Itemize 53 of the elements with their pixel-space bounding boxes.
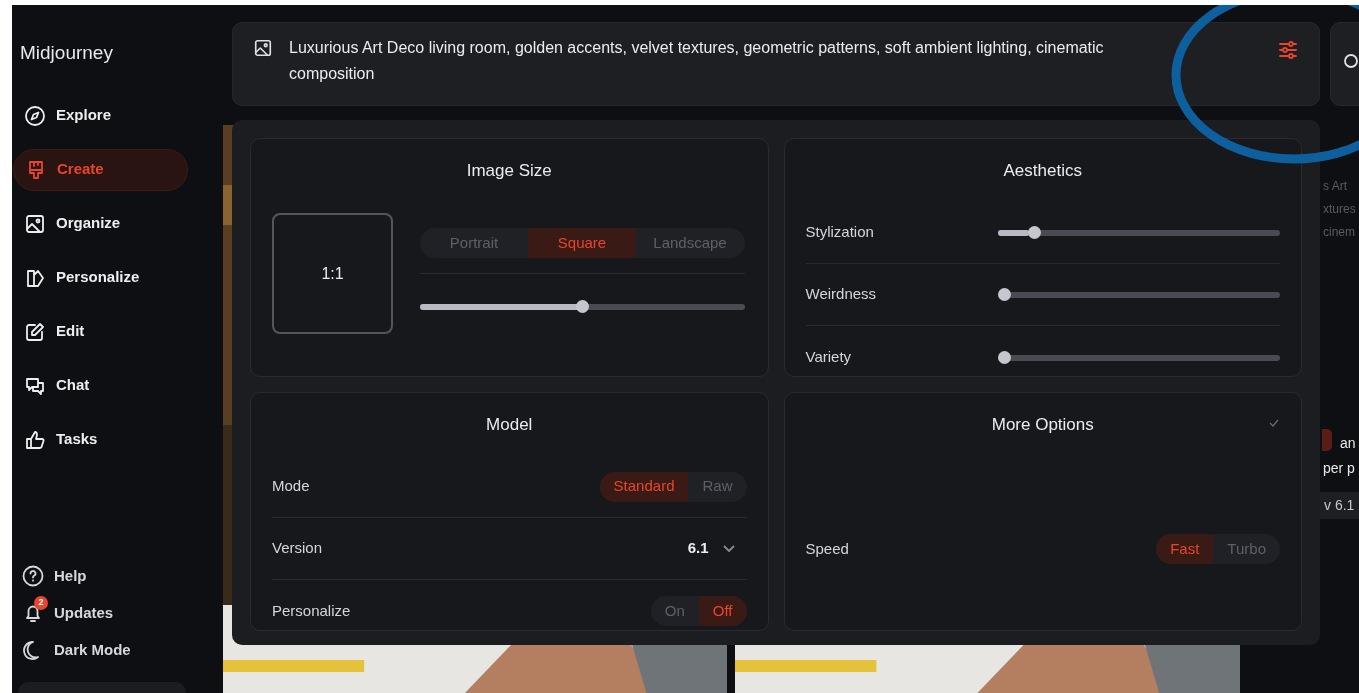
thumbs-up-icon [24, 428, 46, 451]
nav-item[interactable]: Create [13, 148, 188, 191]
slider-thumb[interactable] [998, 288, 1011, 301]
setting-label: Weirdness [805, 284, 877, 305]
toggle-option[interactable]: Fast [1156, 534, 1214, 564]
slider[interactable] [998, 288, 1280, 301]
setting-label: Personalize [272, 600, 351, 621]
aspect-ratio-preview: 1:1 [272, 213, 393, 334]
prompt-text[interactable]: Luxurious Art Deco living room, golden accents, velvet textures, geometric patterns, soft ambient lighting, cinematic composition [289, 35, 1139, 87]
setting-label: Version [272, 538, 323, 559]
setting-label: Speed [805, 538, 849, 559]
feed-text: cinem [1323, 224, 1355, 241]
sidebar-link[interactable]: Help [22, 563, 131, 589]
card-title: Model [486, 414, 533, 436]
slider-thumb[interactable] [1027, 226, 1041, 239]
nav-item[interactable]: Organize [12, 202, 187, 245]
image-icon [253, 38, 273, 58]
card-title: Image Size [466, 160, 552, 182]
feed-text: per p [1323, 459, 1355, 478]
nav-item[interactable]: Personalize [12, 256, 187, 299]
slider[interactable] [420, 300, 745, 313]
setting-label: Stylization [805, 222, 874, 243]
check-icon[interactable] [1269, 419, 1279, 427]
nav-item[interactable]: Edit [12, 310, 187, 353]
feed-tag [1322, 429, 1332, 451]
feed-text: xtures [1323, 201, 1356, 218]
image-icon [24, 212, 46, 235]
sidebar-link[interactable]: Dark Mode [22, 637, 131, 663]
logo: Midjourney [19, 41, 114, 65]
toggle-option[interactable]: Square [528, 228, 636, 258]
setting-label: Mode [272, 476, 310, 497]
feed-text: s Art [1323, 178, 1347, 195]
toggle-option[interactable]: Off [698, 596, 747, 626]
nav-item[interactable]: Chat [12, 364, 187, 407]
card-title: More Options [991, 414, 1094, 436]
nav-item[interactable]: Explore [12, 94, 187, 137]
feed-text: an [1340, 434, 1356, 453]
slider-thumb[interactable] [998, 350, 1011, 364]
edit-icon [24, 320, 46, 343]
help-icon [22, 565, 44, 587]
chevron-down-icon[interactable] [722, 544, 735, 553]
setting-label: Variety [805, 346, 852, 367]
slider[interactable] [998, 226, 1280, 239]
slider-thumb[interactable] [576, 300, 589, 313]
version-value[interactable]: 6.1 [687, 537, 709, 560]
search-button[interactable] [1330, 22, 1359, 106]
compass-icon [24, 104, 46, 127]
card-title: Aesthetics [1003, 160, 1082, 182]
sliders-icon[interactable] [1277, 39, 1299, 61]
notification-badge: 2 [34, 596, 48, 610]
nav-item[interactable]: Tasks [12, 418, 187, 461]
slider[interactable] [998, 350, 1280, 364]
toggle-option[interactable]: Standard [599, 471, 689, 502]
